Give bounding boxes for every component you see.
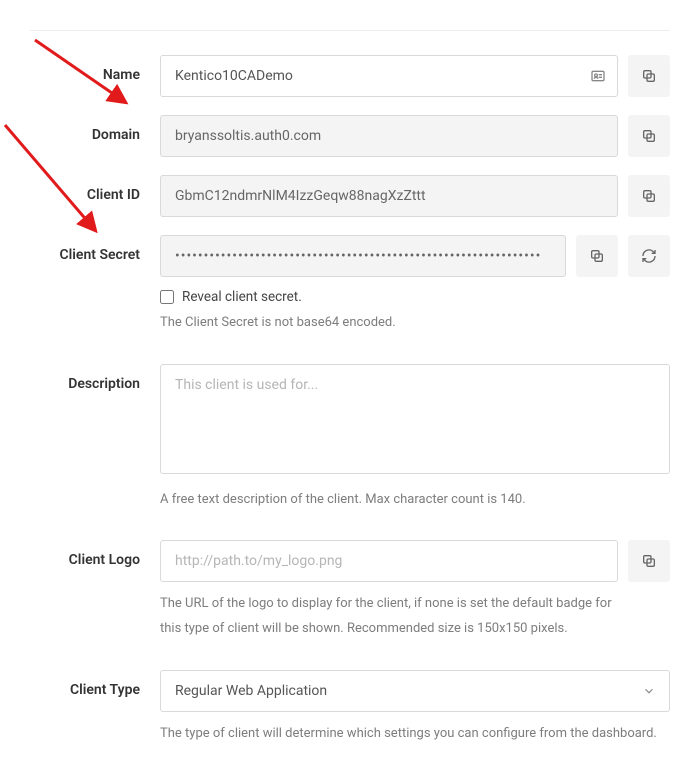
client-type-label: Client Type <box>30 670 160 698</box>
description-label: Description <box>30 364 160 392</box>
name-input[interactable] <box>160 55 618 97</box>
copy-icon <box>641 553 657 569</box>
contact-card-icon <box>588 68 608 84</box>
name-label: Name <box>30 55 160 83</box>
client-type-select[interactable]: Regular Web Application <box>160 670 670 712</box>
client-type-helper: The type of client will determine which … <box>160 722 670 747</box>
reveal-client-secret-checkbox[interactable] <box>160 290 174 304</box>
copy-client-logo-button[interactable] <box>628 540 670 582</box>
client-logo-helper: The URL of the logo to display for the c… <box>160 592 618 641</box>
copy-icon <box>641 128 657 144</box>
copy-icon <box>589 248 605 264</box>
client-id-value: GbmC12ndmrNlM4IzzGeqw88nagXzZttt <box>160 175 618 217</box>
client-logo-label: Client Logo <box>30 540 160 568</box>
client-id-label: Client ID <box>30 175 160 203</box>
copy-name-button[interactable] <box>628 55 670 97</box>
copy-client-secret-button[interactable] <box>576 235 618 277</box>
regenerate-client-secret-button[interactable] <box>628 235 670 277</box>
domain-label: Domain <box>30 115 160 143</box>
client-secret-value: ••••••••••••••••••••••••••••••••••••••••… <box>160 235 566 277</box>
copy-icon <box>641 188 657 204</box>
copy-domain-button[interactable] <box>628 115 670 157</box>
description-textarea[interactable] <box>160 364 670 474</box>
description-helper: A free text description of the client. M… <box>160 488 670 513</box>
domain-value: bryanssoltis.auth0.com <box>160 115 618 157</box>
client-secret-encoding-note: The Client Secret is not base64 encoded. <box>160 311 566 336</box>
copy-icon <box>641 68 657 84</box>
client-secret-label: Client Secret <box>30 235 160 263</box>
client-logo-input[interactable] <box>160 540 618 582</box>
reveal-client-secret-label: Reveal client secret. <box>182 289 302 305</box>
refresh-icon <box>641 248 657 264</box>
copy-client-id-button[interactable] <box>628 175 670 217</box>
top-divider <box>30 30 670 31</box>
reveal-client-secret-toggle[interactable]: Reveal client secret. <box>160 289 566 305</box>
